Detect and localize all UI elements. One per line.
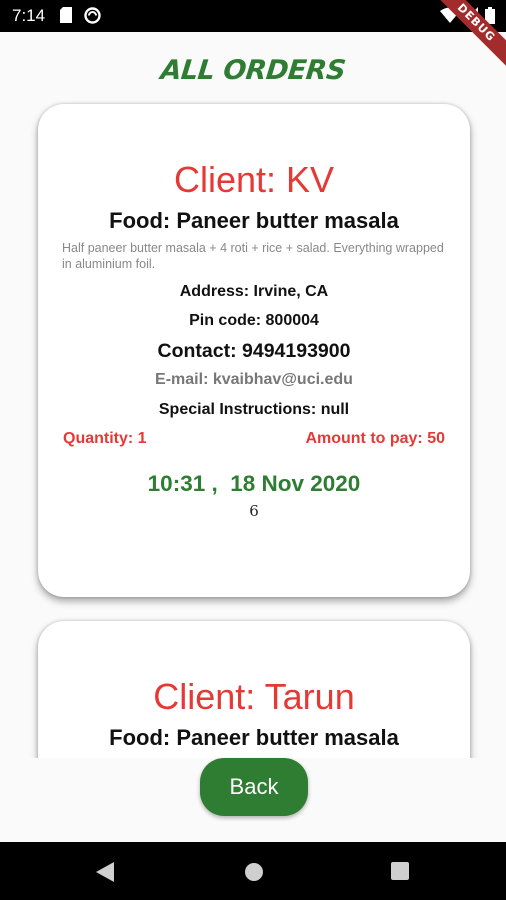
order-card[interactable]: Client: Tarun Food: Paneer butter masala (38, 621, 470, 758)
address-text: Address: Irvine, CA (179, 283, 329, 300)
email-text: E-mail: kvaibhav@uci.edu (155, 371, 353, 388)
client-name: Client: KV (173, 159, 335, 200)
sync-icon (84, 7, 101, 24)
pincode-text: Pin code: 800004 (189, 312, 319, 329)
navigation-bar (0, 842, 506, 900)
contact-text: Contact: 9494193900 (157, 340, 351, 362)
quantity-amount-row: Quantity: 1 Amount to pay: 50 (38, 430, 470, 452)
status-time: 7:14 (12, 6, 46, 25)
back-button[interactable]: Back (200, 758, 308, 816)
back-triangle-icon[interactable] (96, 862, 114, 882)
order-index: 6 (249, 502, 259, 520)
client-name: Client: Tarun (153, 676, 355, 717)
app-screen: 7:14 DEBUG ALL ORDERS Client: KV Food: P… (0, 0, 506, 900)
quantity-text: Quantity: 1 (63, 430, 147, 447)
order-datetime: 10:31 , 18 Nov 2020 (147, 471, 361, 496)
home-circle-icon[interactable] (244, 862, 264, 882)
page-title: ALL ORDERS (159, 55, 347, 86)
order-description: Half paneer butter masala + 4 roti + ric… (62, 241, 444, 271)
order-card[interactable]: Client: KV Food: Paneer butter masala Ha… (38, 104, 470, 597)
recents-square-icon[interactable] (391, 862, 409, 880)
orders-list[interactable]: Client: KV Food: Paneer butter masala Ha… (0, 100, 506, 758)
amount-text: Amount to pay: 50 (305, 430, 445, 447)
sd-card-icon (60, 7, 72, 23)
food-name: Food: Paneer butter masala (109, 725, 399, 750)
special-instructions-text: Special Instructions: null (158, 401, 350, 418)
status-bar: 7:14 (0, 0, 506, 32)
food-name: Food: Paneer butter masala (109, 208, 399, 233)
